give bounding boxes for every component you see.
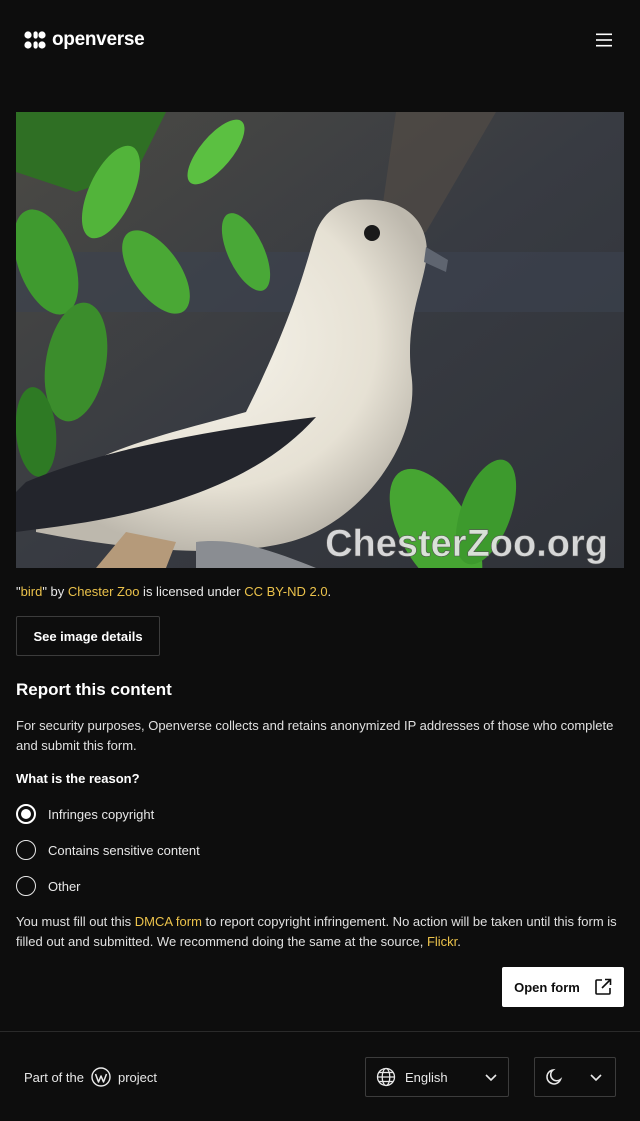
language-value: English bbox=[405, 1069, 448, 1085]
image-title-link[interactable]: bird bbox=[21, 584, 43, 599]
chevron-down-icon bbox=[590, 1074, 602, 1082]
dmca-text-pre: You must fill out this bbox=[16, 914, 135, 929]
open-form-label: Open form bbox=[514, 979, 580, 995]
radio-button[interactable] bbox=[16, 840, 36, 860]
site-header: openverse bbox=[0, 0, 640, 80]
attribution-line: "bird" by Chester Zoo is licensed under … bbox=[16, 583, 624, 601]
radio-button[interactable] bbox=[16, 804, 36, 824]
footer-project-note: Part of the project bbox=[24, 1067, 157, 1087]
radio-label: Other bbox=[48, 878, 81, 894]
radio-infringes-copyright[interactable]: Infringes copyright bbox=[16, 804, 154, 824]
hamburger-menu-icon bbox=[596, 33, 612, 47]
license-link[interactable]: CC BY-ND 2.0 bbox=[244, 584, 327, 599]
source-link[interactable]: Flickr bbox=[427, 934, 457, 949]
image-watermark: ChesterZoo.org bbox=[325, 523, 608, 565]
dmca-form-link[interactable]: DMCA form bbox=[135, 914, 202, 929]
chevron-down-icon bbox=[485, 1074, 497, 1082]
moon-icon bbox=[546, 1068, 563, 1085]
project-text: project bbox=[117, 1069, 158, 1085]
menu-button[interactable] bbox=[592, 28, 616, 52]
site-footer: Part of the project English bbox=[0, 1031, 640, 1121]
radio-button[interactable] bbox=[16, 876, 36, 896]
theme-select[interactable] bbox=[534, 1057, 616, 1097]
radio-sensitive-content[interactable]: Contains sensitive content bbox=[16, 840, 200, 860]
see-image-details-button[interactable]: See image details bbox=[16, 616, 160, 656]
radio-label: Contains sensitive content bbox=[48, 842, 200, 858]
radio-other[interactable]: Other bbox=[16, 876, 81, 896]
reason-label: What is the reason? bbox=[16, 771, 140, 786]
openverse-logo[interactable]: openverse bbox=[24, 29, 145, 51]
brand-name: openverse bbox=[52, 29, 145, 50]
wordpress-icon[interactable] bbox=[91, 1067, 111, 1087]
radio-label: Infringes copyright bbox=[48, 806, 155, 822]
attribution-licensed: is licensed under bbox=[139, 584, 245, 599]
main-image[interactable]: ChesterZoo.org bbox=[16, 112, 624, 568]
external-link-icon bbox=[595, 978, 612, 995]
dmca-instructions: You must fill out this DMCA form to repo… bbox=[16, 912, 624, 952]
creator-link[interactable]: Chester Zoo bbox=[68, 584, 140, 599]
part-of-text: Part of the bbox=[24, 1069, 84, 1085]
attribution-end: . bbox=[327, 584, 332, 599]
report-description: For security purposes, Openverse collect… bbox=[16, 718, 614, 753]
dmca-text-end: . bbox=[457, 934, 461, 949]
open-form-button[interactable]: Open form bbox=[502, 967, 624, 1007]
attribution-by: " by bbox=[42, 584, 68, 599]
openverse-logo-icon bbox=[24, 31, 46, 49]
report-title: Report this content bbox=[16, 680, 172, 699]
globe-icon bbox=[376, 1067, 396, 1087]
language-select[interactable]: English bbox=[365, 1057, 509, 1097]
